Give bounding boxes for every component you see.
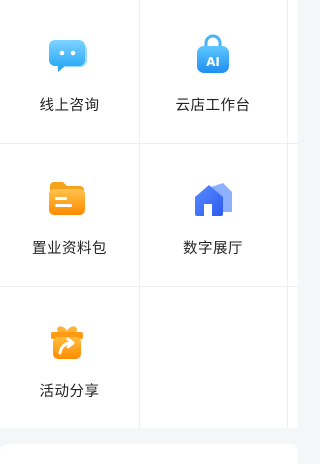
activity-share-label: 活动分享 [39,384,100,400]
online-consult-label: 线上咨询 [39,98,100,114]
grid-divider [0,286,298,287]
activity-share-tile[interactable]: 活动分享 [0,286,139,428]
chat-bubble-icon [49,40,87,72]
digital-showroom-label: 数字展厅 [183,241,243,257]
cloud-store-workbench-tile[interactable]: AI 云店工作台 [139,0,287,143]
folder-icon [49,182,85,215]
grid-divider [139,0,140,428]
grid-divider [0,143,298,144]
cloud-store-workbench-label: 云店工作台 [175,98,251,114]
house-icon [195,183,232,216]
online-consult-tile[interactable]: 线上咨询 [0,0,139,143]
ai-bag-icon: AI [197,34,229,73]
gift-share-icon [51,326,83,359]
grid-divider [287,0,288,428]
property-docs-label: 置业资料包 [32,241,107,257]
digital-showroom-tile[interactable]: 数字展厅 [139,143,287,286]
next-card-edge [0,444,298,464]
quick-actions-panel: 线上咨询 AI 云店工作台 置业资料包 数字展厅 活动分享 [0,0,298,428]
property-docs-tile[interactable]: 置业资料包 [0,143,139,286]
svg-text:AI: AI [206,55,220,69]
